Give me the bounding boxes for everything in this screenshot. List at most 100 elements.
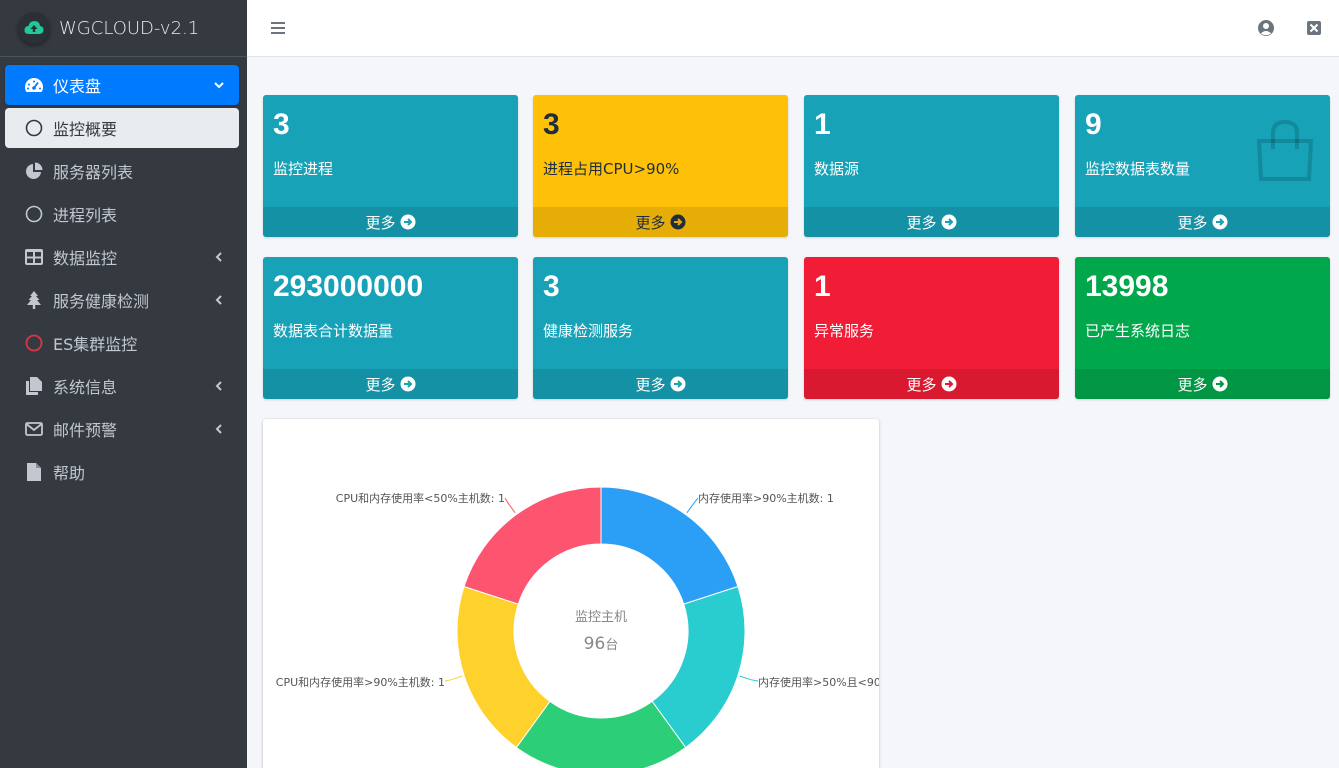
more-link[interactable]: 更多	[804, 207, 1059, 237]
box-number: 3	[543, 270, 560, 303]
tachometer-icon	[24, 75, 44, 95]
envelope-icon	[24, 419, 44, 439]
sidebar-nav: 仪表盘 监控概要 服务器列表 进程列表 数据监控 服务健康检测 ES集群监控 系…	[0, 57, 247, 492]
sidebar-item-system-info[interactable]: 系统信息	[5, 366, 239, 406]
box-label: 数据表合计数据量	[273, 322, 394, 340]
more-link[interactable]: 更多	[1075, 369, 1330, 399]
box-label: 数据源	[814, 160, 860, 178]
circle-icon	[24, 118, 44, 138]
sidebar-item-label: 系统信息	[53, 378, 118, 397]
sidebar-item-label: 监控概要	[53, 120, 118, 139]
chevron-down-icon	[213, 76, 225, 95]
more-label: 更多	[635, 375, 666, 394]
info-box-system-logs: 13998 已产生系统日志 更多	[1075, 257, 1330, 399]
arrow-circle-right-icon	[670, 376, 685, 392]
box-label: 进程占用CPU>90%	[543, 160, 680, 178]
cloud-upload-icon	[18, 12, 50, 44]
chart-label-0: 内存使用率>90%主机数: 1	[698, 491, 834, 505]
file-icon	[24, 462, 44, 482]
more-link[interactable]: 更多	[263, 369, 518, 399]
more-link[interactable]: 更多	[1075, 207, 1330, 237]
sidebar-item-dashboard[interactable]: 仪表盘	[5, 65, 239, 105]
user-circle-icon[interactable]	[1257, 19, 1275, 41]
more-label: 更多	[906, 375, 937, 394]
more-link[interactable]: 更多	[533, 369, 788, 399]
sidebar-item-label: 邮件预警	[53, 421, 118, 440]
chart-center-value: 96	[584, 634, 606, 654]
circle-icon	[24, 204, 44, 224]
chart-center-unit: 台	[605, 638, 618, 653]
sidebar-item-server-list[interactable]: 服务器列表	[5, 151, 239, 191]
sidebar-item-label: 进程列表	[53, 206, 118, 225]
table-icon	[24, 247, 44, 267]
menu-toggle-icon[interactable]	[270, 19, 286, 37]
brand[interactable]: WGCLOUD-v2.1	[0, 0, 247, 57]
circle-icon	[24, 333, 44, 353]
sidebar-item-label: 服务器列表	[53, 163, 134, 182]
info-box-health-services: 3 健康检测服务 更多	[533, 257, 788, 399]
more-label: 更多	[635, 213, 666, 232]
arrow-circle-right-icon	[400, 214, 415, 230]
sidebar-item-process-list[interactable]: 进程列表	[5, 194, 239, 234]
info-box-monitored-processes: 3 监控进程 更多	[263, 95, 518, 237]
chart-label-3: CPU和内存使用率>90%主机数: 1	[276, 675, 445, 689]
info-box-total-rows: 293000000 数据表合计数据量 更多	[263, 257, 518, 399]
more-link[interactable]: 更多	[263, 207, 518, 237]
chart-label-4: CPU和内存使用率<50%主机数: 1	[336, 491, 505, 505]
host-chart-card: 内存使用率>90%主机数: 1 内存使用率>50%且<90 CPU和内存使用率>…	[263, 419, 879, 768]
info-box-monitored-tables: 9 监控数据表数量 更多	[1075, 95, 1330, 237]
arrow-circle-right-icon	[400, 376, 415, 392]
box-number: 9	[1085, 108, 1102, 141]
sidebar-item-help[interactable]: 帮助	[5, 452, 239, 492]
sidebar-item-label: 数据监控	[53, 249, 118, 268]
label-leader-line-0	[686, 497, 699, 514]
arrow-circle-right-icon	[1212, 376, 1227, 392]
sidebar-item-label: ES集群监控	[53, 335, 138, 354]
label-leader-line-1	[739, 675, 759, 682]
brand-title: WGCLOUD-v2.1	[59, 17, 200, 39]
close-window-icon[interactable]	[1306, 20, 1322, 40]
label-leader-line-4	[504, 497, 516, 514]
arrow-circle-right-icon	[941, 376, 956, 392]
info-box-data-sources: 1 数据源 更多	[804, 95, 1059, 237]
chevron-left-icon	[213, 291, 225, 310]
box-number: 1	[814, 270, 831, 303]
info-box-process-cpu: 3 进程占用CPU>90% 更多	[533, 95, 788, 237]
sidebar: WGCLOUD-v2.1 仪表盘 监控概要 服务器列表 进程列表 数据监控 服务…	[0, 0, 247, 768]
chevron-left-icon	[213, 420, 225, 439]
sidebar-item-email-alert[interactable]: 邮件预警	[5, 409, 239, 449]
box-label: 监控进程	[273, 160, 334, 178]
chart-center-title: 监控主机	[575, 610, 627, 625]
chart-center-value-group: 96台	[584, 634, 619, 654]
box-label: 已产生系统日志	[1085, 322, 1191, 340]
copy-icon	[24, 376, 44, 396]
box-label: 监控数据表数量	[1085, 160, 1191, 178]
sidebar-item-es-cluster[interactable]: ES集群监控	[5, 323, 239, 363]
chart-label-1: 内存使用率>50%且<90	[758, 675, 879, 689]
shopping-bag-icon	[1254, 119, 1316, 185]
pie-chart-icon	[24, 161, 44, 181]
sidebar-item-label: 帮助	[53, 464, 86, 483]
more-link[interactable]: 更多	[804, 369, 1059, 399]
tree-icon	[24, 290, 44, 310]
chevron-left-icon	[213, 377, 225, 396]
sidebar-item-monitor-overview[interactable]: 监控概要	[5, 108, 239, 148]
box-label: 异常服务	[814, 322, 875, 340]
arrow-circle-right-icon	[670, 214, 685, 230]
arrow-circle-right-icon	[941, 214, 956, 230]
box-number: 13998	[1085, 270, 1169, 303]
sidebar-item-data-monitor[interactable]: 数据监控	[5, 237, 239, 277]
more-label: 更多	[365, 213, 396, 232]
info-box-abnormal-services: 1 异常服务 更多	[804, 257, 1059, 399]
box-number: 293000000	[273, 270, 424, 303]
host-donut-chart: 内存使用率>90%主机数: 1 内存使用率>50%且<90 CPU和内存使用率>…	[276, 486, 879, 768]
sidebar-item-health-check[interactable]: 服务健康检测	[5, 280, 239, 320]
more-link[interactable]: 更多	[533, 207, 788, 237]
sidebar-item-label: 服务健康检测	[53, 292, 150, 311]
sidebar-item-label: 仪表盘	[53, 77, 102, 96]
box-number: 3	[543, 108, 560, 141]
chevron-left-icon	[213, 248, 225, 267]
box-label: 健康检测服务	[543, 322, 634, 340]
arrow-circle-right-icon	[1212, 214, 1227, 230]
box-number: 3	[273, 108, 290, 141]
